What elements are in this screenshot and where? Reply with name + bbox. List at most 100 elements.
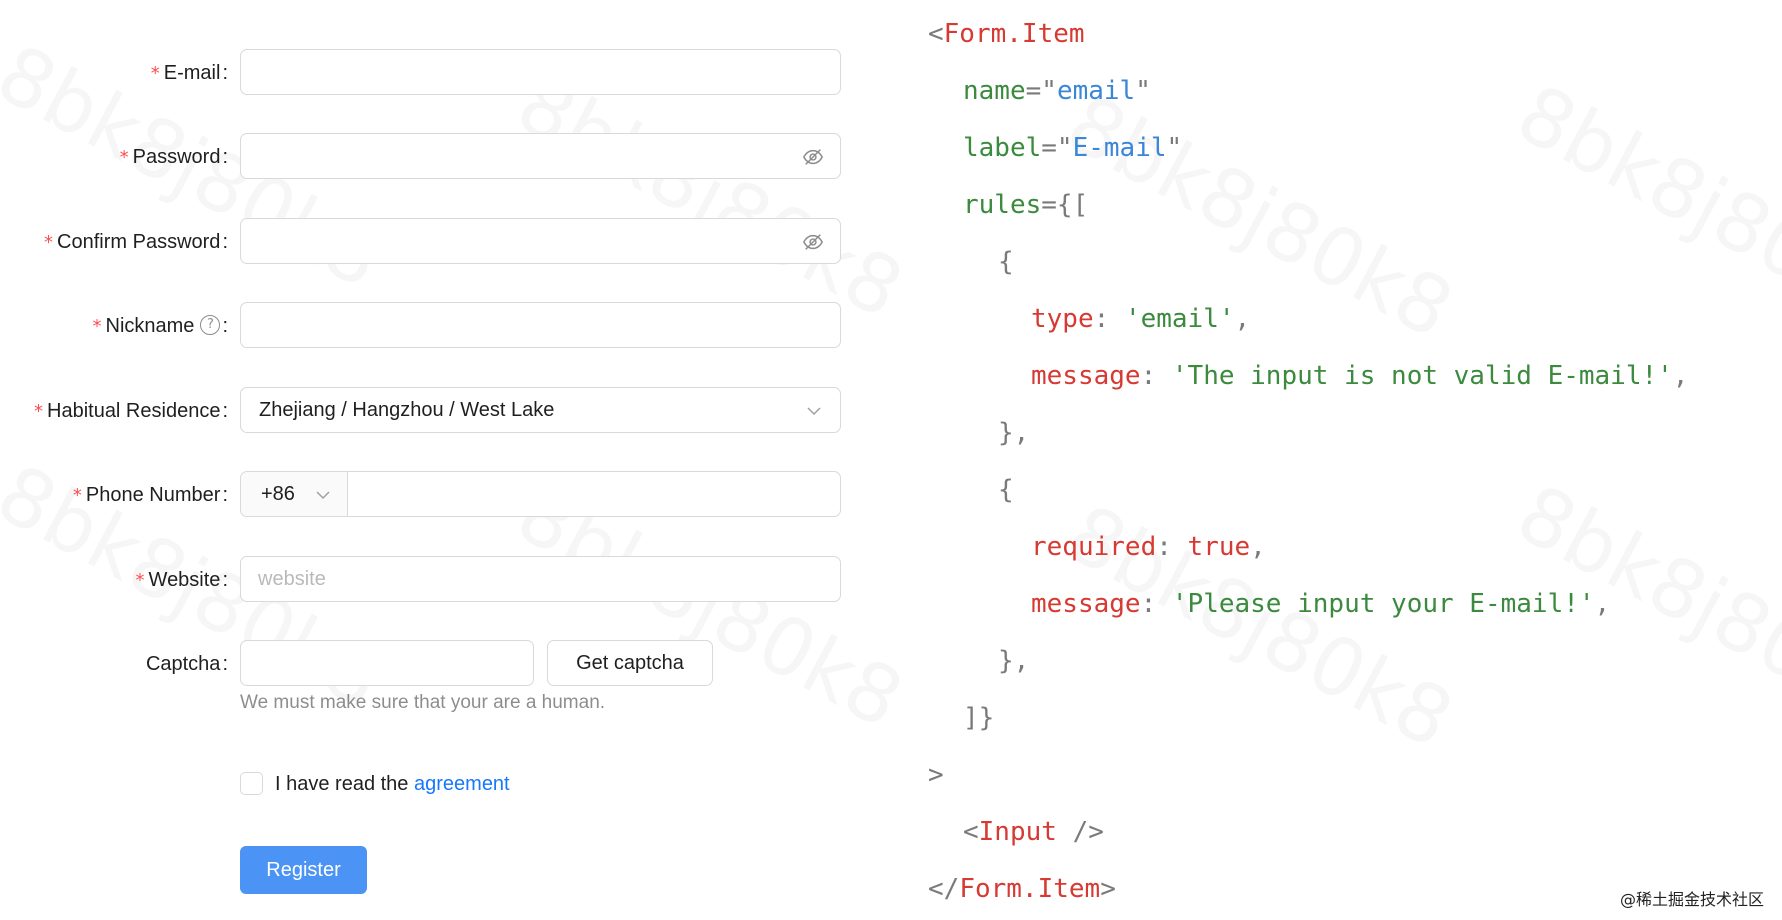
code-token: /> [1056,817,1104,847]
code-token: " [1135,76,1151,106]
code-token: : [1156,532,1188,562]
agreement-checkbox[interactable] [240,772,263,795]
code-line: ]} [963,690,994,747]
required-mark: * [92,316,102,337]
code-token: : [1140,361,1172,391]
nickname-label-text: Nickname [105,315,195,337]
password-label: * Password: [120,133,228,181]
watermark: 8bk8j80k8 [503,57,918,336]
code-line: type: 'email', [1031,291,1250,348]
code-token: > [1100,874,1116,904]
code-token: Form.Item [943,19,1085,49]
code-line: label="E-mail" [963,120,1182,177]
code-token: { [998,247,1014,277]
phone-prefix-select[interactable]: +86 [241,472,348,516]
confirm-password-input[interactable] [241,219,795,263]
code-token: > [928,760,944,790]
nickname-label: * Nickname?: [93,302,228,350]
residence-row: * Habitual Residence: Zhejiang / Hangzhou… [0,387,860,435]
required-mark: * [34,401,43,422]
residence-cascader[interactable]: Zhejiang / Hangzhou / West Lake [240,387,841,433]
captcha-help-text: We must make sure that your are a human. [240,692,606,713]
code-token: , [1250,532,1266,562]
nickname-field-box [240,302,841,348]
required-mark: * [44,232,54,253]
code-token: , [1234,304,1251,334]
code-token: }, [998,646,1030,676]
captcha-field-box [240,640,534,686]
code-line: message: 'The input is not valid E-mail!… [1031,348,1688,405]
get-captcha-button[interactable]: Get captcha [547,640,713,686]
code-line: }, [998,633,1029,690]
confirm-password-label-text: Confirm Password [57,231,221,253]
password-row: * Password: [0,133,860,181]
phone-input[interactable] [348,472,852,516]
agreement-label[interactable]: I have read the agreement [275,760,510,808]
code-line: </Form.Item> [928,861,1116,918]
register-row: Register [0,846,860,894]
label-colon: : [222,400,228,422]
captcha-label: Captcha: [146,640,228,688]
required-mark: * [150,63,160,84]
code-line: name="email" [963,63,1151,120]
code-token: : [1093,304,1125,334]
website-label: * Website: [136,556,228,604]
eye-invisible-icon[interactable] [802,146,824,168]
code-token: =" [1041,133,1073,163]
email-label: * E-mail: [151,49,228,97]
code-line: rules={[ [963,177,1088,234]
code-line: > [928,747,944,804]
code-token: Form.Item [959,874,1101,904]
password-field-box [240,133,841,179]
code-token: < [928,19,944,49]
code-token: </ [928,874,960,904]
code-token: required [1031,532,1157,562]
phone-label-text: Phone Number [85,484,221,506]
code-token: =" [1025,76,1057,106]
password-input[interactable] [241,134,795,178]
eye-invisible-icon[interactable] [802,231,824,253]
email-input[interactable] [241,50,795,94]
code-line: <Input /> [963,804,1104,861]
code-token: , [1594,589,1611,619]
confirm-password-label: * Confirm Password: [44,218,228,266]
required-mark: * [72,485,82,506]
code-token: " [1166,133,1183,163]
code-line: }, [998,405,1029,462]
watermark: 8bk8j80k8 [1503,67,1782,346]
password-label-text: Password [132,146,221,168]
residence-label: * Habitual Residence: [34,387,228,435]
code-token: Input [978,817,1057,847]
code-token: 'The input is not valid E-mail!' [1171,361,1673,391]
agreement-row: I have read the agreement [0,760,860,808]
label-colon: : [222,484,228,506]
code-token: rules [963,190,1042,220]
chevron-down-icon [316,491,330,500]
source-credit: @稀土掘金技术社区 [1619,890,1764,909]
nickname-row: * Nickname?: [0,302,860,350]
code-token: ]} [963,703,995,733]
captcha-input[interactable] [241,641,525,685]
code-token: { [998,475,1014,505]
code-token: 'email' [1124,304,1235,334]
code-token: true [1187,532,1251,562]
residence-label-text: Habitual Residence [47,400,221,422]
agreement-text: I have read the [275,773,409,795]
code-token: message [1031,361,1141,391]
email-field-box [240,49,841,95]
code-token: name [963,76,1026,106]
code-token: }, [998,418,1030,448]
website-input[interactable] [241,557,795,601]
email-row: * E-mail: [0,49,860,97]
code-token: E-mail [1072,133,1167,163]
code-token: message [1031,589,1141,619]
website-label-text: Website [148,569,221,591]
question-circle-icon[interactable]: ? [200,314,221,335]
register-button[interactable]: Register [240,846,367,894]
required-mark: * [119,147,129,168]
captcha-label-text: Captcha [145,653,221,675]
agreement-link[interactable]: agreement [414,773,510,795]
code-token: email [1056,76,1136,106]
phone-label: * Phone Number: [73,471,228,519]
nickname-input[interactable] [241,303,795,347]
